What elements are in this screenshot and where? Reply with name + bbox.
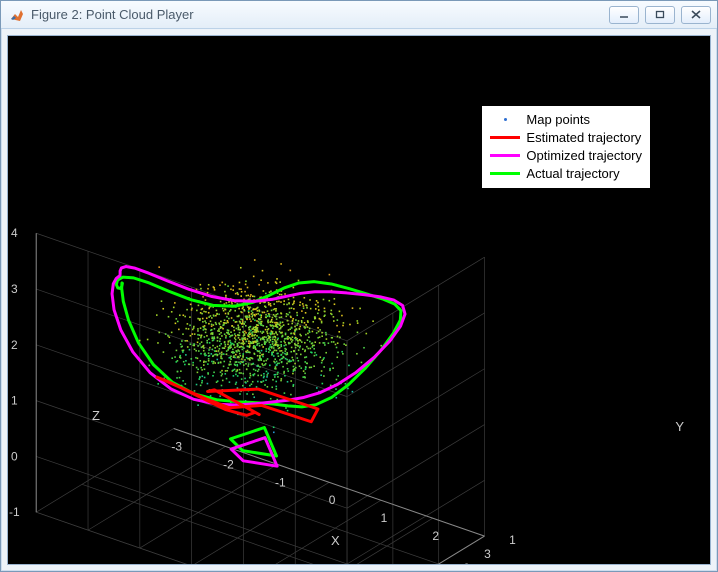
maximize-button[interactable] [645, 6, 675, 24]
legend-item[interactable]: Actual trajectory [488, 164, 642, 182]
svg-text:4: 4 [11, 226, 18, 240]
legend-marker-dot [504, 118, 507, 121]
legend-label: Map points [526, 112, 590, 127]
svg-text:0: 0 [463, 561, 470, 564]
z-axis-label: Z [92, 408, 100, 423]
matlab-icon [9, 7, 25, 23]
svg-text:0: 0 [11, 449, 18, 463]
y-axis-label: Y [675, 419, 684, 434]
legend-item[interactable]: Estimated trajectory [488, 128, 642, 146]
legend[interactable]: Map points Estimated trajectory Optimize… [482, 106, 650, 188]
svg-text:0: 0 [329, 493, 336, 507]
axes-panel[interactable]: -3-2-10123-2-101-101234 X Y Z Map points… [7, 35, 711, 565]
svg-text:3: 3 [11, 282, 18, 296]
figure-window: Figure 2: Point Cloud Player -3 -2 -1 0 1 2 3 -… [0, 0, 718, 572]
svg-text:1: 1 [509, 533, 516, 547]
legend-label: Optimized trajectory [526, 148, 642, 163]
svg-text:1: 1 [11, 394, 18, 408]
x-axis-label: X [331, 533, 340, 548]
svg-text:1: 1 [381, 511, 388, 525]
svg-text:2: 2 [11, 338, 18, 352]
legend-marker-line [490, 136, 520, 139]
svg-text:-2: -2 [223, 457, 234, 471]
legend-marker-line [490, 154, 520, 157]
svg-text:-3: -3 [171, 439, 182, 453]
legend-item[interactable]: Map points [488, 110, 642, 128]
svg-text:2: 2 [432, 529, 439, 543]
minimize-button[interactable] [609, 6, 639, 24]
svg-text:-1: -1 [9, 505, 20, 519]
svg-text:-1: -1 [275, 475, 286, 489]
window-buttons [609, 6, 711, 24]
legend-marker-line [490, 172, 520, 175]
legend-label: Actual trajectory [526, 166, 619, 181]
titlebar[interactable]: Figure 2: Point Cloud Player [1, 1, 717, 29]
close-button[interactable] [681, 6, 711, 24]
legend-label: Estimated trajectory [526, 130, 641, 145]
legend-item[interactable]: Optimized trajectory [488, 146, 642, 164]
svg-text:3: 3 [484, 547, 491, 561]
window-title: Figure 2: Point Cloud Player [31, 7, 609, 22]
